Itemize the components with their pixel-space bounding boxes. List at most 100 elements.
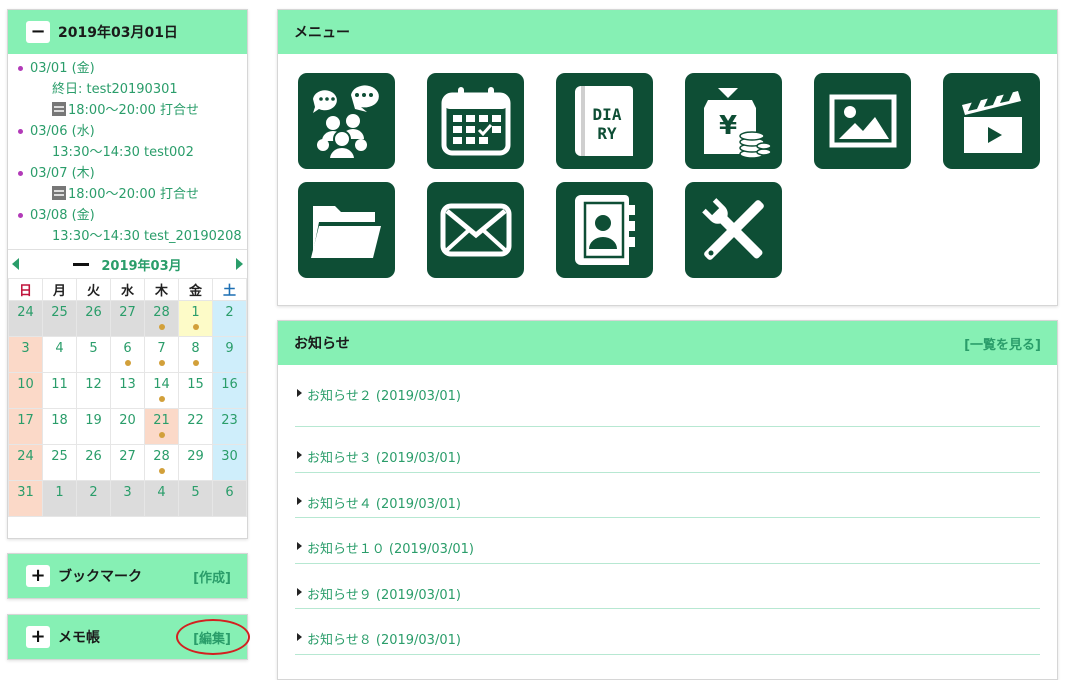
- memo-header: + メモ帳 [編集]: [8, 615, 250, 659]
- prev-month-arrow-icon[interactable]: [12, 258, 19, 270]
- calendar-day-number: 9: [225, 341, 234, 356]
- calendar-day[interactable]: 23: [212, 408, 247, 445]
- calendar-day[interactable]: 14: [144, 372, 179, 409]
- news-item[interactable]: お知らせ９ (2019/03/01): [295, 564, 1040, 609]
- calendar-day-number: 23: [221, 413, 238, 428]
- calendar-day[interactable]: 4: [42, 336, 77, 373]
- calendar-day[interactable]: 28: [144, 444, 179, 481]
- schedule-event[interactable]: 18:00～20:00 打合せ: [30, 100, 247, 121]
- expand-toggle[interactable]: +: [26, 626, 50, 648]
- calendar-day-number: 25: [51, 305, 68, 320]
- schedule-event[interactable]: 13:30～14:30 test_20190208: [30, 226, 247, 247]
- calendar-day-number: 18: [51, 413, 68, 428]
- schedule-date-link[interactable]: 03/01 (金): [18, 58, 247, 79]
- news-item[interactable]: お知らせ１０ (2019/03/01): [295, 518, 1040, 564]
- calendar-day-number: 3: [21, 341, 30, 356]
- address-book-icon[interactable]: [556, 182, 653, 278]
- expand-toggle[interactable]: +: [26, 565, 50, 587]
- calendar-day[interactable]: 22: [178, 408, 213, 445]
- image-icon[interactable]: [814, 73, 911, 169]
- news-item[interactable]: お知らせ８ (2019/03/01): [295, 609, 1040, 655]
- next-month-arrow-icon[interactable]: [236, 258, 243, 270]
- caret-right-icon: [297, 633, 302, 641]
- calendar-day[interactable]: 16: [212, 372, 247, 409]
- news-item[interactable]: お知らせ２ (2019/03/01): [295, 365, 1040, 427]
- schedule-event[interactable]: 終日: test20190301: [30, 79, 247, 100]
- calendar-day[interactable]: 15: [178, 372, 213, 409]
- calendar-day[interactable]: 28: [144, 300, 179, 337]
- calendar-day[interactable]: 31: [8, 480, 43, 517]
- bookmark-panel: + ブックマーク [作成]: [7, 553, 248, 599]
- view-all-news-link[interactable]: [一覧を見る]: [964, 334, 1041, 353]
- calendar-day[interactable]: 26: [76, 300, 111, 337]
- calendar-day[interactable]: 27: [110, 300, 145, 337]
- month-nav: 2019年03月: [8, 249, 247, 278]
- calendar-day-number: 29: [187, 449, 204, 464]
- calendar-day[interactable]: 8: [178, 336, 213, 373]
- schedule-header: − 2019年03月01日: [8, 10, 247, 54]
- calendar-day[interactable]: 18: [42, 408, 77, 445]
- calendar-day[interactable]: 19: [76, 408, 111, 445]
- calendar-day[interactable]: 3: [110, 480, 145, 517]
- calendar-day[interactable]: 7: [144, 336, 179, 373]
- calendar-day[interactable]: 6: [212, 480, 247, 517]
- yen-money-icon[interactable]: ¥: [685, 73, 782, 169]
- calendar-day-number: 6: [123, 341, 132, 356]
- calendar-day[interactable]: 20: [110, 408, 145, 445]
- calendar-day[interactable]: 24: [8, 444, 43, 481]
- calendar-day[interactable]: 1: [42, 480, 77, 517]
- calendar-day[interactable]: 17: [8, 408, 43, 445]
- create-bookmark-link[interactable]: [作成]: [193, 567, 231, 586]
- calendar-day[interactable]: 11: [42, 372, 77, 409]
- svg-text:DIA: DIA: [592, 105, 621, 124]
- news-header: お知らせ [一覧を見る]: [278, 321, 1057, 365]
- calendar-day[interactable]: 29: [178, 444, 213, 481]
- calendar-day[interactable]: 21: [144, 408, 179, 445]
- calendar-day-number: 5: [191, 485, 200, 500]
- calendar-day[interactable]: 13: [110, 372, 145, 409]
- calendar-icon[interactable]: [427, 73, 524, 169]
- video-clapper-icon[interactable]: [943, 73, 1040, 169]
- calendar-day-number: 19: [85, 413, 102, 428]
- calendar-day[interactable]: 1: [178, 300, 213, 337]
- calendar-day-number: 21: [153, 413, 170, 428]
- folder-icon[interactable]: [298, 182, 395, 278]
- mail-icon[interactable]: [427, 182, 524, 278]
- calendar-day[interactable]: 25: [42, 444, 77, 481]
- calendar-day[interactable]: 2: [212, 300, 247, 337]
- news-title: お知らせ: [294, 336, 350, 352]
- schedule-event[interactable]: 18:00～20:00 打合せ: [30, 184, 247, 205]
- tools-icon[interactable]: [685, 182, 782, 278]
- calendar-day[interactable]: 2: [76, 480, 111, 517]
- calendar-day-number: 10: [17, 377, 34, 392]
- chat-bubbles-icon[interactable]: [298, 73, 395, 169]
- schedule-event[interactable]: 13:30～14:30 test002: [30, 142, 247, 163]
- diary-icon[interactable]: DIA RY: [556, 73, 653, 169]
- edit-memo-link[interactable]: [編集]: [193, 628, 231, 647]
- calendar-day-number: 1: [191, 305, 200, 320]
- calendar-day[interactable]: 4: [144, 480, 179, 517]
- news-item[interactable]: お知らせ４ (2019/03/01): [295, 473, 1040, 518]
- schedule-date-link[interactable]: 03/06 (水): [18, 121, 247, 142]
- calendar-day[interactable]: 10: [8, 372, 43, 409]
- calendar-day[interactable]: 3: [8, 336, 43, 373]
- calendar-day[interactable]: 12: [76, 372, 111, 409]
- calendar-day[interactable]: 9: [212, 336, 247, 373]
- calendar-day[interactable]: 27: [110, 444, 145, 481]
- schedule-date-link[interactable]: 03/08 (金): [18, 205, 247, 226]
- calendar-day[interactable]: 5: [76, 336, 111, 373]
- news-item[interactable]: お知らせ３ (2019/03/01): [295, 427, 1040, 473]
- calendar-day-number: 28: [153, 305, 170, 320]
- calendar-day[interactable]: 26: [76, 444, 111, 481]
- schedule-date-link[interactable]: 03/07 (木): [18, 163, 247, 184]
- calendar-day-number: 24: [17, 449, 34, 464]
- caret-right-icon: [297, 542, 302, 550]
- calendar-day[interactable]: 24: [8, 300, 43, 337]
- calendar-day[interactable]: 30: [212, 444, 247, 481]
- calendar-day[interactable]: 5: [178, 480, 213, 517]
- collapse-toggle[interactable]: −: [26, 21, 50, 43]
- calendar-day[interactable]: 6: [110, 336, 145, 373]
- calendar-day[interactable]: 25: [42, 300, 77, 337]
- calendar-day-number: 7: [157, 341, 166, 356]
- month-collapse-toggle[interactable]: [73, 262, 90, 266]
